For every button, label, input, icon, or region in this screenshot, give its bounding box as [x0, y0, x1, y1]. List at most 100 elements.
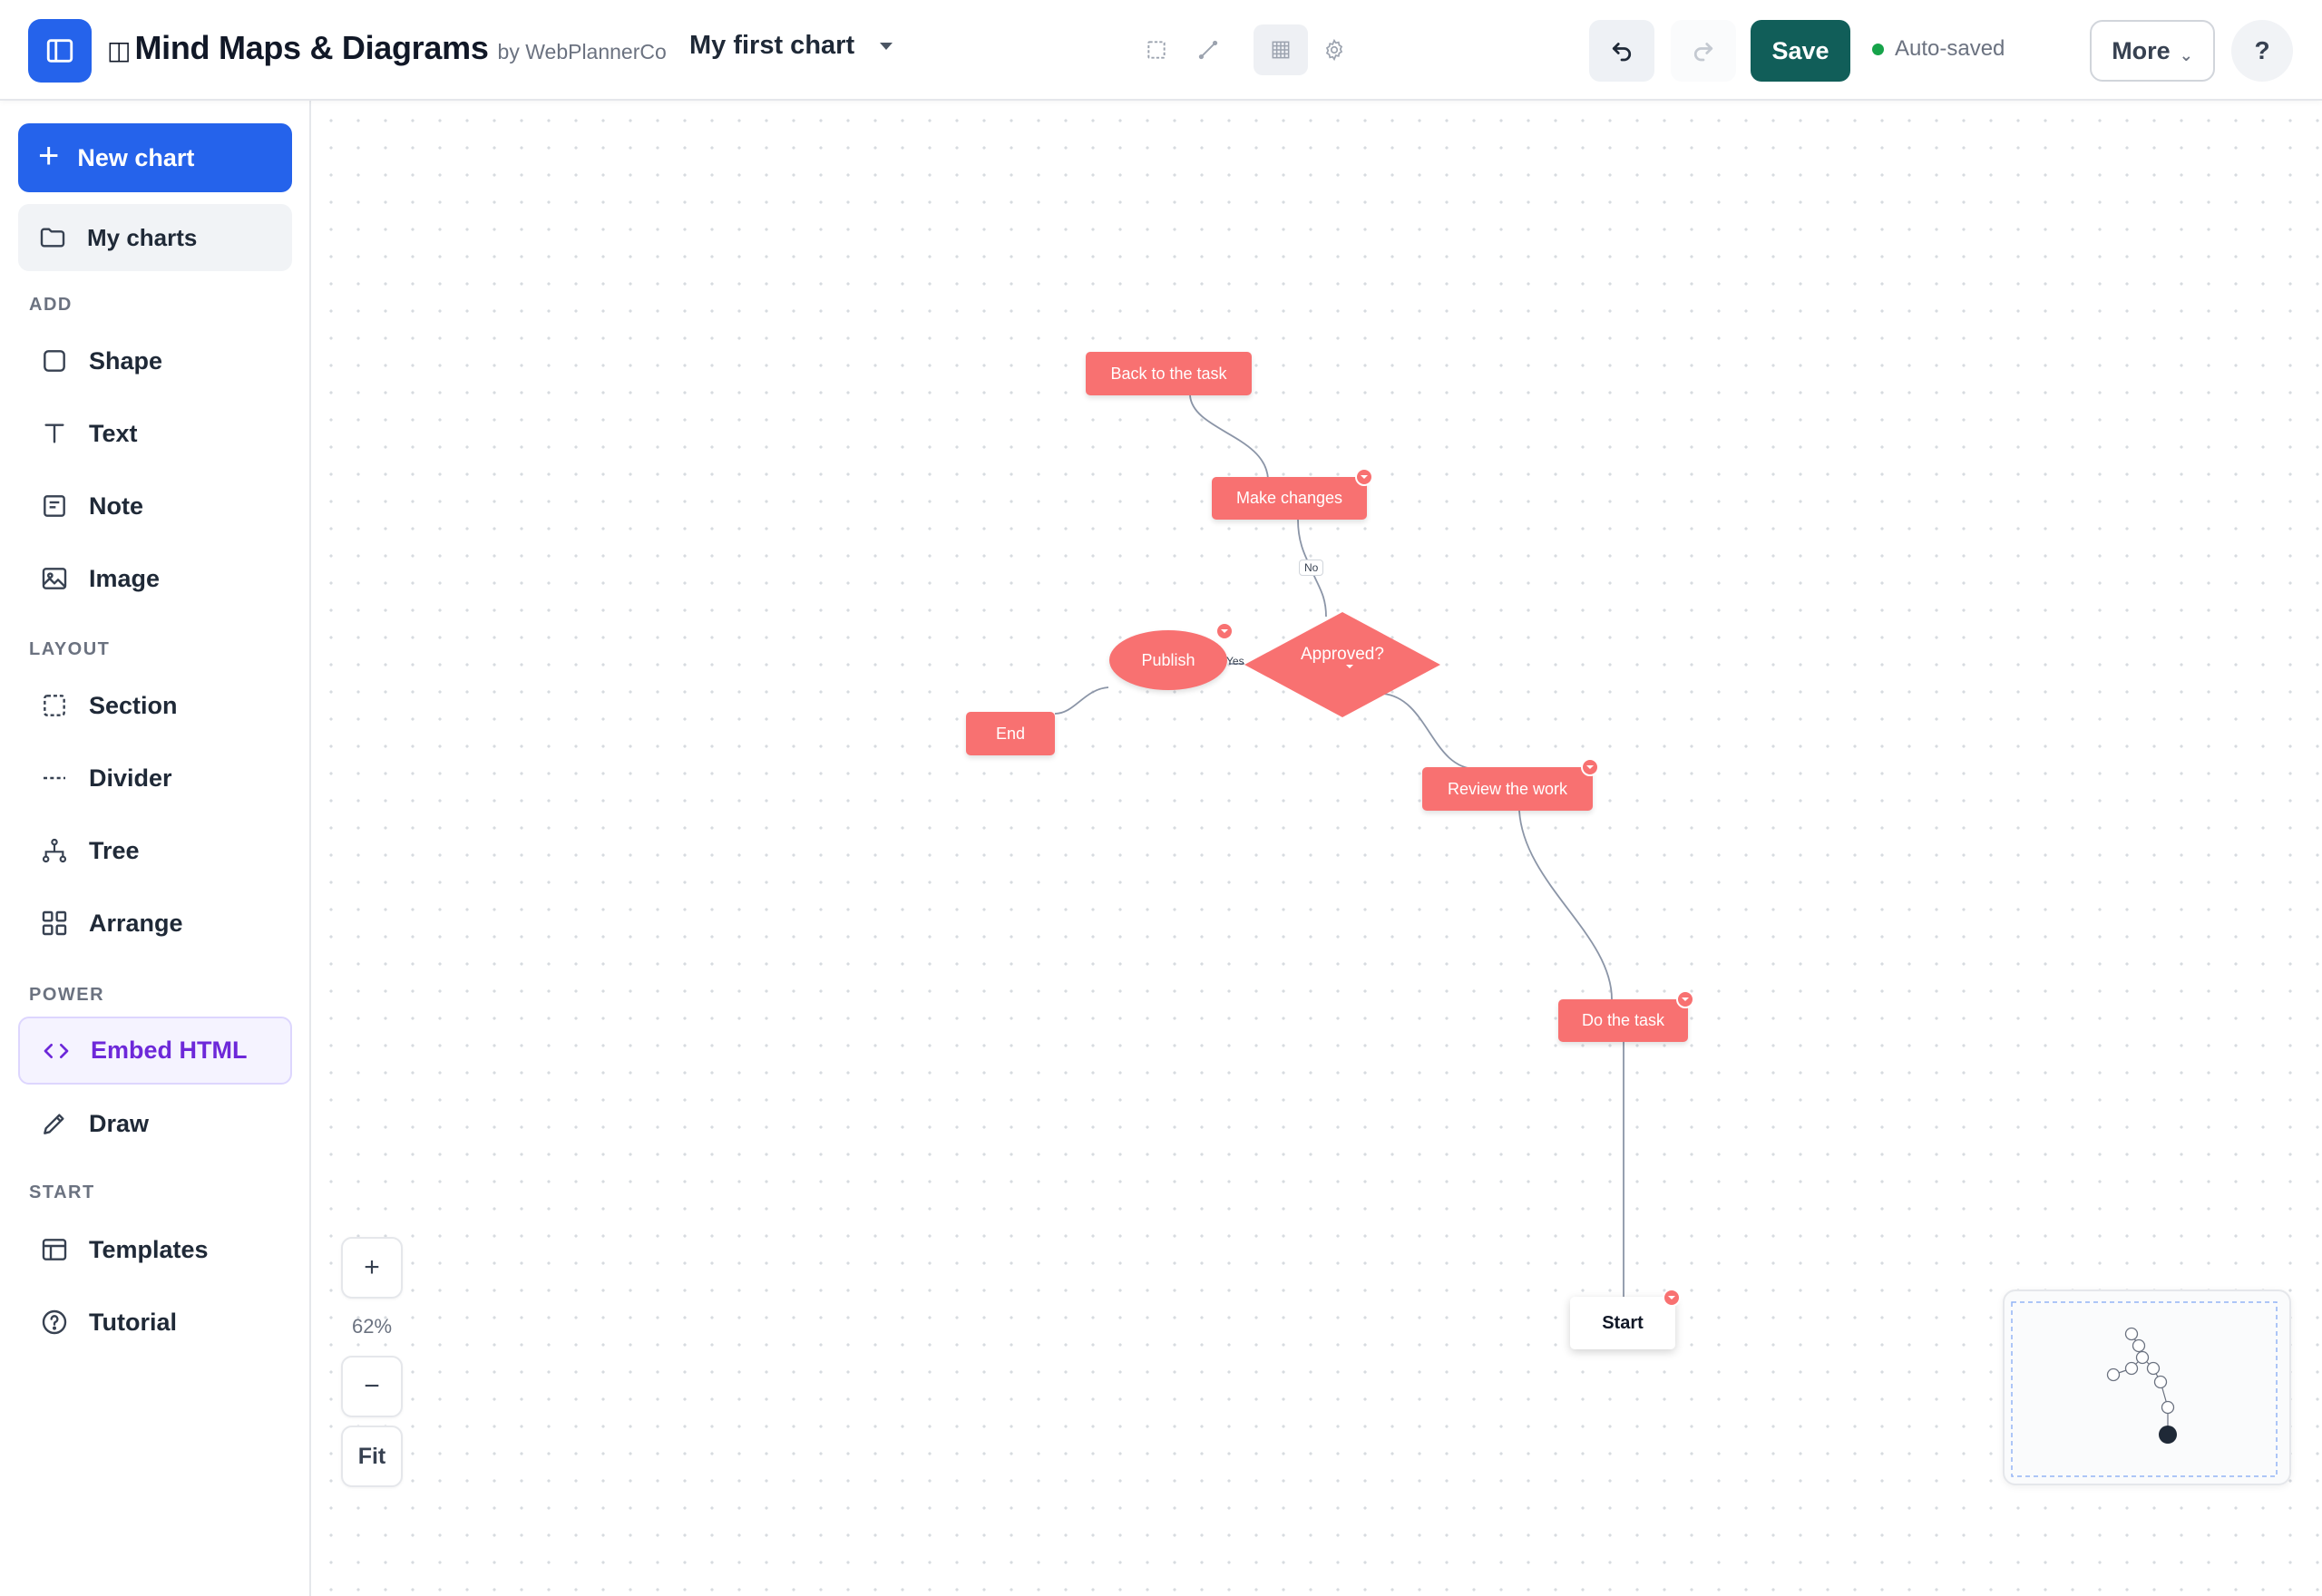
- minimap-current-node: [2159, 1426, 2177, 1444]
- code-icon: [44, 1043, 69, 1058]
- sidebar-toggle-button[interactable]: [28, 19, 92, 83]
- more-menu-button[interactable]: More ⌄: [2090, 20, 2215, 82]
- autosave-label: Auto-saved: [1895, 36, 2005, 61]
- minimap-node: [2146, 1361, 2161, 1376]
- sidebar-item-templates[interactable]: Templates: [18, 1217, 292, 1282]
- status-dot: [1872, 43, 1884, 55]
- collapse-toggle-icon[interactable]: [1215, 622, 1234, 640]
- undo-button[interactable]: [1589, 20, 1654, 82]
- my-charts-button[interactable]: My charts: [18, 204, 292, 271]
- sidebar-item-label: Section: [89, 691, 178, 719]
- node-do-task[interactable]: Do the task: [1558, 999, 1688, 1042]
- dashed-square-icon: [1147, 41, 1166, 59]
- chart-name: My first chart: [689, 31, 855, 60]
- redo-icon: [1693, 43, 1713, 62]
- help-button[interactable]: ?: [2231, 20, 2293, 82]
- collapse-toggle-icon[interactable]: [1676, 990, 1694, 1008]
- section-label-start: START: [29, 1182, 95, 1202]
- minimap-node: [2124, 1361, 2139, 1376]
- minimap-node: [2153, 1375, 2168, 1389]
- sidebar: + New chart My charts ADD Shape Text Not…: [0, 101, 311, 1596]
- sidebar-item-label: Embed HTML: [91, 1036, 248, 1064]
- save-button[interactable]: Save: [1751, 20, 1850, 82]
- app-title: Mind Maps & Diagrams: [134, 29, 489, 66]
- top-bar: ◫ Mind Maps & Diagrams by WebPlannerCo M…: [0, 0, 2322, 101]
- pencil-icon: [44, 1114, 64, 1134]
- collapse-toggle-icon[interactable]: [1355, 468, 1373, 486]
- sidebar-item-embed-html[interactable]: Embed HTML: [18, 1017, 292, 1085]
- sidebar-item-arrange[interactable]: Arrange: [18, 890, 292, 956]
- section-label-layout: LAYOUT: [29, 639, 111, 659]
- edge-label-yes: Yes: [1226, 655, 1244, 667]
- node-start[interactable]: Start: [1570, 1297, 1675, 1349]
- autosave-status: Auto-saved: [1872, 36, 2005, 62]
- node-back-to-task[interactable]: Back to the task: [1086, 352, 1252, 395]
- sidebar-item-section[interactable]: Section: [18, 673, 292, 738]
- grid-icon: [42, 910, 67, 936]
- chevron-down-icon: ⌄: [2179, 45, 2193, 64]
- edge-label-no: No: [1299, 560, 1324, 576]
- select-tool-button[interactable]: [1134, 27, 1179, 73]
- tree-icon: [42, 838, 67, 863]
- sidebar-item-text[interactable]: Text: [18, 401, 292, 466]
- node-approved-label: Approved?: [1301, 645, 1384, 664]
- sidebar-item-image[interactable]: Image: [18, 546, 292, 611]
- minimap-node: [2106, 1367, 2121, 1382]
- sidebar-item-tree[interactable]: Tree: [18, 818, 292, 883]
- section-label-add: ADD: [29, 295, 73, 315]
- zoom-out-button[interactable]: −: [341, 1356, 403, 1417]
- sidebar-item-label: Tree: [89, 836, 140, 864]
- folder-icon: [40, 228, 65, 248]
- connector-icon: [1198, 40, 1218, 60]
- sidebar-item-note[interactable]: Note: [18, 473, 292, 539]
- collapse-toggle-icon[interactable]: [1581, 758, 1599, 776]
- node-publish[interactable]: Publish: [1109, 630, 1227, 690]
- node-approved-shape[interactable]: [1243, 610, 1442, 719]
- sidebar-panel-icon: [46, 39, 73, 63]
- gear-icon: [1325, 38, 1343, 62]
- plus-icon: +: [38, 136, 60, 176]
- new-chart-button[interactable]: + New chart: [18, 123, 292, 192]
- sidebar-item-tutorial[interactable]: Tutorial: [18, 1289, 292, 1355]
- redo-button[interactable]: [1671, 20, 1736, 82]
- connector-tool-button[interactable]: [1185, 27, 1231, 73]
- brand-glyph-icon: ◫: [107, 35, 132, 65]
- sidebar-item-label: Divider: [89, 764, 172, 792]
- sidebar-item-label: Draw: [89, 1109, 150, 1137]
- sidebar-item-label: Tutorial: [89, 1308, 177, 1336]
- node-make-changes[interactable]: Make changes: [1212, 477, 1367, 520]
- minimap-node: [2132, 1338, 2146, 1353]
- node-end[interactable]: End: [966, 712, 1055, 755]
- minimap[interactable]: [2003, 1289, 2291, 1485]
- help-circle-icon: [42, 1309, 67, 1335]
- minimap-node: [2124, 1327, 2139, 1341]
- image-icon: [42, 568, 67, 589]
- zoom-level: 62%: [351, 1315, 393, 1338]
- grid-toggle-button[interactable]: [1254, 24, 1308, 75]
- sidebar-item-label: Note: [89, 491, 143, 520]
- sidebar-item-divider[interactable]: Divider: [18, 745, 292, 811]
- chart-selector[interactable]: My first chart: [689, 31, 893, 61]
- my-charts-label: My charts: [87, 223, 198, 251]
- section-icon: [44, 695, 65, 716]
- divider-icon: [44, 776, 65, 780]
- sidebar-item-shape[interactable]: Shape: [18, 328, 292, 394]
- collapse-toggle-icon[interactable]: [1663, 1289, 1681, 1307]
- section-label-power: POWER: [29, 985, 105, 1005]
- settings-button[interactable]: [1312, 27, 1357, 73]
- square-icon: [44, 350, 65, 372]
- undo-icon: [1612, 43, 1632, 62]
- minimap-node: [2161, 1400, 2175, 1415]
- zoom-in-button[interactable]: +: [341, 1237, 403, 1299]
- sidebar-item-draw[interactable]: Draw: [18, 1091, 292, 1156]
- zoom-fit-button[interactable]: Fit: [341, 1426, 403, 1487]
- new-chart-label: New chart: [77, 143, 195, 171]
- more-label: More: [2112, 36, 2171, 64]
- minimap-node: [2135, 1350, 2150, 1365]
- sidebar-item-label: Templates: [89, 1235, 209, 1263]
- chevron-down-icon: [1346, 665, 1353, 668]
- text-icon: [44, 423, 64, 443]
- grid-pattern-icon: [1272, 41, 1290, 59]
- node-review-work[interactable]: Review the work: [1422, 767, 1593, 811]
- minimap-preview: [2011, 1301, 2278, 1477]
